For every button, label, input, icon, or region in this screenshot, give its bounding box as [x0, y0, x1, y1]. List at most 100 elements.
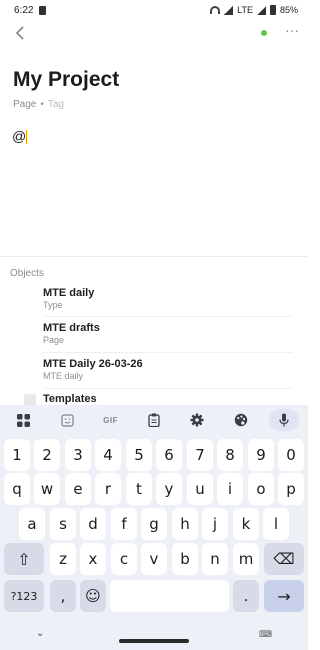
voice-input-button[interactable] [269, 409, 300, 431]
keyboard-row-top: q w e r t y u i o p [0, 473, 308, 505]
keyboard-row-bottom: ⇧ z x c v b n m ⌫ [0, 543, 308, 575]
key-g[interactable]: g [141, 508, 167, 540]
list-item-title: MTE drafts [43, 322, 100, 334]
divider [43, 352, 293, 353]
key-z[interactable]: z [50, 543, 76, 575]
more-options-button[interactable]: ··· [281, 22, 303, 42]
hide-keyboard-button[interactable]: ⌄ [36, 628, 44, 639]
key-h[interactable]: h [172, 508, 198, 540]
key-q[interactable]: q [4, 473, 30, 505]
divider [43, 316, 293, 317]
key-c[interactable]: c [111, 543, 137, 575]
signal-strength-icon [256, 5, 266, 15]
home-gesture-pill[interactable] [119, 639, 189, 643]
comma-key[interactable]: , [50, 580, 76, 612]
top-bar: ··· [0, 20, 308, 46]
divider [0, 256, 308, 257]
arrow-right-icon: → [277, 586, 291, 606]
theme-button[interactable] [226, 409, 256, 431]
key-j[interactable]: j [202, 508, 228, 540]
key-9[interactable]: 9 [248, 439, 274, 471]
list-item-mte-drafts[interactable]: MTE drafts Page [43, 322, 293, 345]
gif-button[interactable]: GIF [96, 409, 126, 431]
settings-button[interactable] [182, 409, 212, 431]
status-time: 6:22 [14, 4, 34, 16]
key-p[interactable]: p [278, 473, 304, 505]
meta-separator: • [40, 99, 44, 110]
key-e[interactable]: e [65, 473, 91, 505]
keyboard-switch-icon[interactable]: ⌨ [259, 629, 272, 640]
key-y[interactable]: y [156, 473, 182, 505]
sticker-icon [61, 413, 74, 427]
chevron-left-icon [15, 26, 24, 40]
key-x[interactable]: x [80, 543, 106, 575]
period-key[interactable]: . [233, 580, 259, 612]
symbols-key[interactable]: ?123 [4, 580, 44, 612]
backspace-key[interactable]: ⌫ [264, 543, 304, 575]
soft-keyboard: GIF 1 2 3 4 5 6 7 8 9 0 q w e r t y u i [0, 405, 308, 650]
tag-placeholder[interactable]: Tag [48, 99, 64, 110]
list-item-subtitle: Type [43, 300, 63, 310]
key-v[interactable]: v [141, 543, 167, 575]
key-f[interactable]: f [111, 508, 137, 540]
shift-icon: ⇧ [17, 549, 31, 569]
clipboard-button[interactable] [139, 409, 169, 431]
emoji-key[interactable]: ☺ [80, 580, 106, 612]
keyboard-row-space: ?123 , ☺ . → [0, 580, 308, 612]
backspace-icon: ⌫ [273, 550, 295, 568]
editor-block[interactable]: @ [12, 128, 28, 145]
notification-icon [39, 5, 47, 15]
key-k[interactable]: k [233, 508, 259, 540]
list-item-title: Templates [43, 393, 97, 405]
editor-text: @ [12, 128, 27, 144]
key-m[interactable]: m [233, 543, 259, 575]
enter-key[interactable]: → [264, 580, 304, 612]
key-i[interactable]: i [217, 473, 243, 505]
palette-icon [234, 413, 248, 427]
key-1[interactable]: 1 [4, 439, 30, 471]
key-7[interactable]: 7 [187, 439, 213, 471]
key-2[interactable]: 2 [34, 439, 60, 471]
keyboard-toolbar: GIF [0, 405, 308, 435]
key-o[interactable]: o [248, 473, 274, 505]
page-meta: Page • Tag [13, 99, 64, 110]
status-bar: 6:22 LTE 85% [0, 0, 308, 20]
list-item-subtitle: Page [43, 335, 65, 345]
key-4[interactable]: 4 [95, 439, 121, 471]
keyboard-row-home: a s d f g h j k l [0, 508, 308, 540]
clipboard-icon [148, 413, 160, 427]
space-bar[interactable] [110, 580, 229, 612]
key-u[interactable]: u [187, 473, 213, 505]
gear-icon [190, 413, 204, 427]
object-type-label[interactable]: Page [13, 99, 36, 110]
key-n[interactable]: n [202, 543, 228, 575]
list-item-templates[interactable]: Templates [43, 393, 293, 405]
signal-icon [224, 5, 234, 15]
key-d[interactable]: d [80, 508, 106, 540]
key-l[interactable]: l [263, 508, 289, 540]
key-r[interactable]: r [95, 473, 121, 505]
emoji-icon: ☺ [85, 587, 101, 605]
key-3[interactable]: 3 [65, 439, 91, 471]
microphone-icon [279, 413, 289, 427]
list-item-mte-daily-26-03-26[interactable]: MTE Daily 26-03-26 MTE daily [43, 358, 293, 381]
battery-icon [269, 5, 276, 15]
back-button[interactable] [10, 23, 30, 43]
list-item-title: MTE daily [43, 287, 95, 299]
key-w[interactable]: w [34, 473, 60, 505]
page-title[interactable]: My Project [13, 68, 119, 92]
key-b[interactable]: b [172, 543, 198, 575]
apps-grid-button[interactable] [9, 409, 39, 431]
key-a[interactable]: a [19, 508, 45, 540]
key-8[interactable]: 8 [217, 439, 243, 471]
key-6[interactable]: 6 [156, 439, 182, 471]
key-t[interactable]: t [126, 473, 152, 505]
key-0[interactable]: 0 [278, 439, 304, 471]
list-item-title: MTE Daily 26-03-26 [43, 358, 143, 370]
sticker-button[interactable] [52, 409, 82, 431]
sync-status-dot [261, 30, 267, 36]
key-5[interactable]: 5 [126, 439, 152, 471]
list-item-mte-daily[interactable]: MTE daily Type [43, 287, 293, 310]
shift-key[interactable]: ⇧ [4, 543, 44, 575]
key-s[interactable]: s [50, 508, 76, 540]
